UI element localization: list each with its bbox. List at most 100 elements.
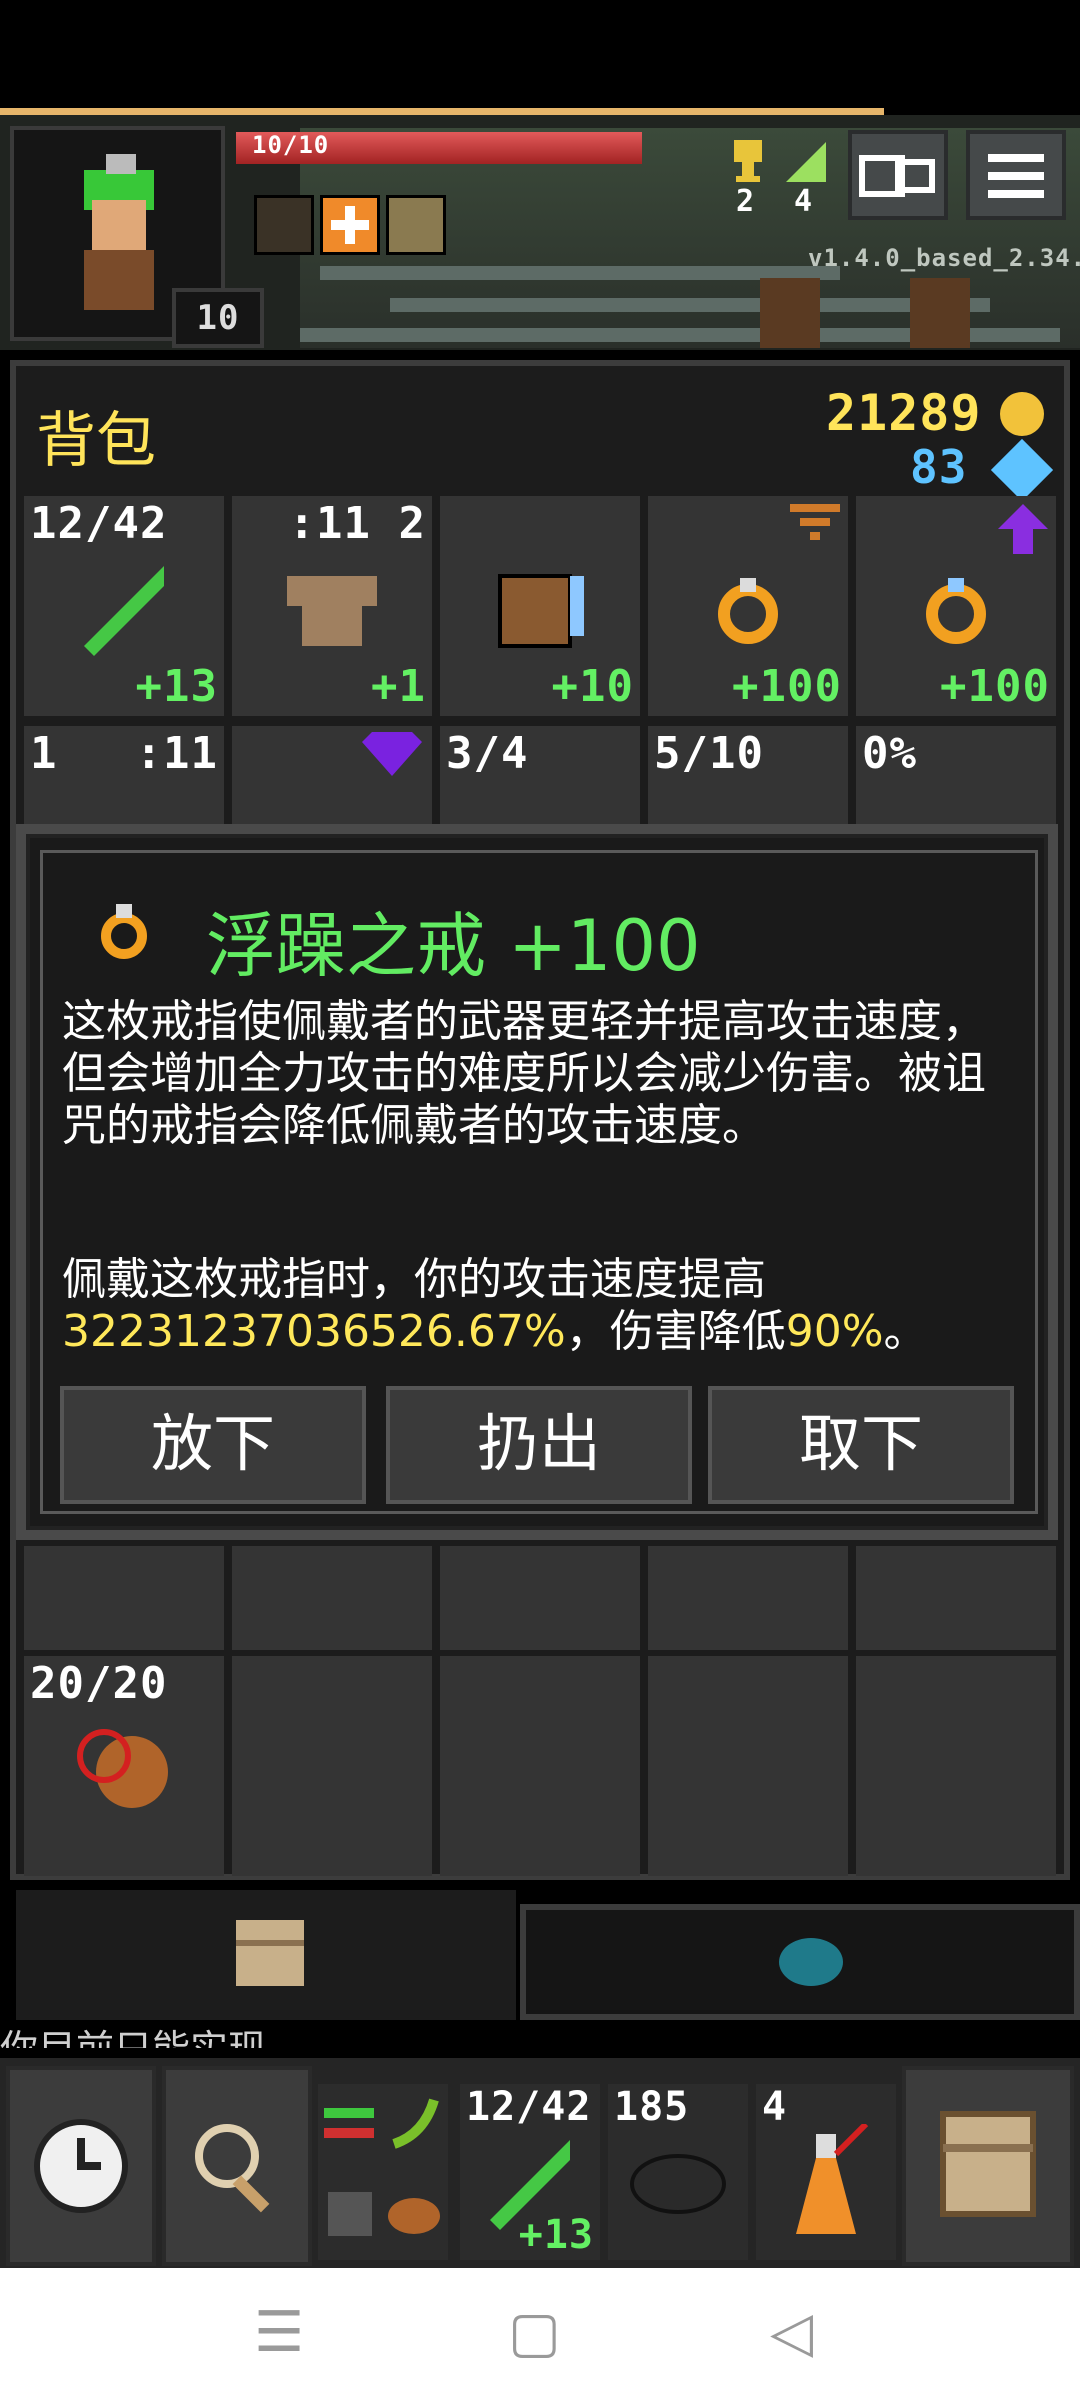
buff-shield-icon[interactable]: [254, 195, 314, 255]
journal-search-button[interactable]: [848, 130, 948, 220]
quick-actions-panel: [318, 2084, 448, 2260]
slot-quantity: 1: [30, 728, 58, 779]
tab-main-backpack[interactable]: [16, 1890, 516, 2020]
experience-bar: [0, 108, 884, 115]
effect-speed-value: 32231237036526.67%: [62, 1306, 566, 1357]
stone-icon: [630, 2154, 726, 2214]
inventory-slot[interactable]: +100: [648, 496, 848, 716]
clock-icon: [34, 2119, 128, 2213]
trophy-icon: [728, 140, 768, 188]
quickslot-2[interactable]: 185: [608, 2084, 748, 2260]
potion-icon: [796, 2124, 869, 2234]
inventory-slot[interactable]: 1 :11: [24, 726, 224, 826]
stat-key-count: 4: [794, 184, 814, 219]
slot-info: :11 2: [288, 498, 426, 549]
backpack-icon: [236, 1920, 304, 1986]
inventory-slot[interactable]: [232, 1656, 432, 1876]
slot-quantity: 20/20: [30, 1658, 168, 1709]
effect-prefix: 佩戴这枚戒指时，你的攻击速度提高: [62, 1254, 766, 1305]
trap-indicator-icon: [790, 504, 840, 548]
version-label: v1.4.0_based_2.34.0: [808, 244, 1080, 272]
gold-count: 21289: [826, 384, 982, 442]
slot-upgrade-level: +13: [135, 661, 218, 712]
plus-icon: [331, 206, 369, 244]
quickslot-quantity: 185: [614, 2084, 690, 2130]
game-log-line: 你目前只能实现…: [0, 2018, 304, 2048]
quickslot-1[interactable]: 12/42 +13: [460, 2084, 600, 2260]
inventory-title: 背包: [36, 406, 156, 476]
meat-icon: [74, 1716, 174, 1816]
item-effect: 佩戴这枚戒指时，你的攻击速度提高32231237036526.67%，伤害降低9…: [62, 1254, 1022, 1358]
unequip-button[interactable]: 取下: [708, 1386, 1014, 1504]
effect-middle: ，伤害降低: [565, 1306, 786, 1357]
inventory-slot[interactable]: [648, 1656, 848, 1876]
inventory-slot[interactable]: [24, 1546, 224, 1650]
wait-button[interactable]: [6, 2066, 156, 2266]
slot-charges: 3/4: [446, 728, 529, 779]
effect-damage-value: 90%: [785, 1306, 884, 1357]
backpack-button[interactable]: [902, 2066, 1074, 2266]
inventory-slot[interactable]: [440, 1546, 640, 1650]
hp-text: 10/10: [252, 131, 330, 159]
inventory-slot[interactable]: 20/20: [24, 1656, 224, 1876]
ring-icon: [698, 556, 798, 656]
inventory-slot[interactable]: [648, 1546, 848, 1650]
tab-pouch[interactable]: [520, 1904, 1080, 2020]
swap-icon[interactable]: [320, 2094, 380, 2154]
magnifier-icon: [195, 2124, 270, 2213]
main-menu-button[interactable]: [966, 130, 1066, 220]
inventory-slot[interactable]: +100: [856, 496, 1056, 716]
armor-icon: [282, 556, 382, 656]
inventory-slot[interactable]: :11 2 +1: [232, 496, 432, 716]
meat-small-icon[interactable]: [384, 2184, 444, 2244]
slot-upgrade-level: +10: [551, 661, 634, 712]
banana-icon[interactable]: [384, 2094, 444, 2154]
upgrade-arrow-icon: [998, 504, 1048, 558]
menu-icon: [988, 154, 1044, 198]
key-icon: [784, 140, 828, 188]
inventory-slot[interactable]: [232, 1546, 432, 1650]
quickslot-3[interactable]: 4: [756, 2084, 896, 2260]
slot-info: :11: [135, 728, 218, 779]
pouch-icon: [779, 1938, 843, 1986]
inventory-slot[interactable]: 5/10: [648, 726, 848, 826]
drop-button[interactable]: 放下: [60, 1386, 366, 1504]
slot-upgrade-level: +1: [371, 661, 426, 712]
ring-icon: [906, 556, 1006, 656]
buff-heal-icon[interactable]: [320, 195, 380, 255]
inventory-slot[interactable]: 12/42 +13: [24, 496, 224, 716]
status-bar: [0, 0, 1080, 110]
inventory-slot[interactable]: [232, 726, 432, 826]
effect-suffix: 。: [883, 1306, 928, 1357]
inventory-slot[interactable]: [440, 1656, 640, 1876]
inventory-slot[interactable]: [856, 1656, 1056, 1876]
slot-upgrade-level: +100: [940, 661, 1050, 712]
inventory-slot[interactable]: 3/4: [440, 726, 640, 826]
slot-charges: 5/10: [654, 728, 764, 779]
quickslot-durability: 12/42: [466, 2084, 592, 2130]
spellbook-icon: [490, 556, 590, 656]
stat-trophy-count: 2: [736, 184, 756, 219]
gem-count: 83: [910, 440, 968, 494]
recent-apps-button[interactable]: ☰: [254, 2300, 304, 2365]
inventory-slot[interactable]: +10: [440, 496, 640, 716]
home-button[interactable]: ▢: [508, 2300, 561, 2365]
gold-coin-icon: [1000, 392, 1044, 436]
item-title: 浮躁之戒 +100: [206, 905, 701, 987]
throw-button[interactable]: 扔出: [386, 1386, 692, 1504]
hero-level-badge: 10: [172, 288, 264, 348]
inventory-slot[interactable]: [856, 1546, 1056, 1650]
ring-icon: [92, 898, 156, 962]
back-button[interactable]: ◁: [770, 2300, 813, 2365]
search-journal-icon: [859, 155, 935, 197]
scroll-slot-icon[interactable]: [320, 2184, 380, 2244]
search-button[interactable]: [162, 2066, 312, 2266]
inventory-slot[interactable]: 0%: [856, 726, 1056, 826]
gem-item-icon: [362, 732, 422, 780]
slot-upgrade-level: +100: [732, 661, 842, 712]
item-description: 这枚戒指使佩戴者的武器更轻并提高攻击速度，但会增加全力攻击的难度所以会减少伤害。…: [62, 996, 986, 1151]
quickslot-upgrade-level: +13: [518, 2212, 594, 2258]
backpack-icon: [940, 2111, 1036, 2217]
buff-status-icon[interactable]: [386, 195, 446, 255]
slot-charge-percent: 0%: [862, 728, 917, 779]
